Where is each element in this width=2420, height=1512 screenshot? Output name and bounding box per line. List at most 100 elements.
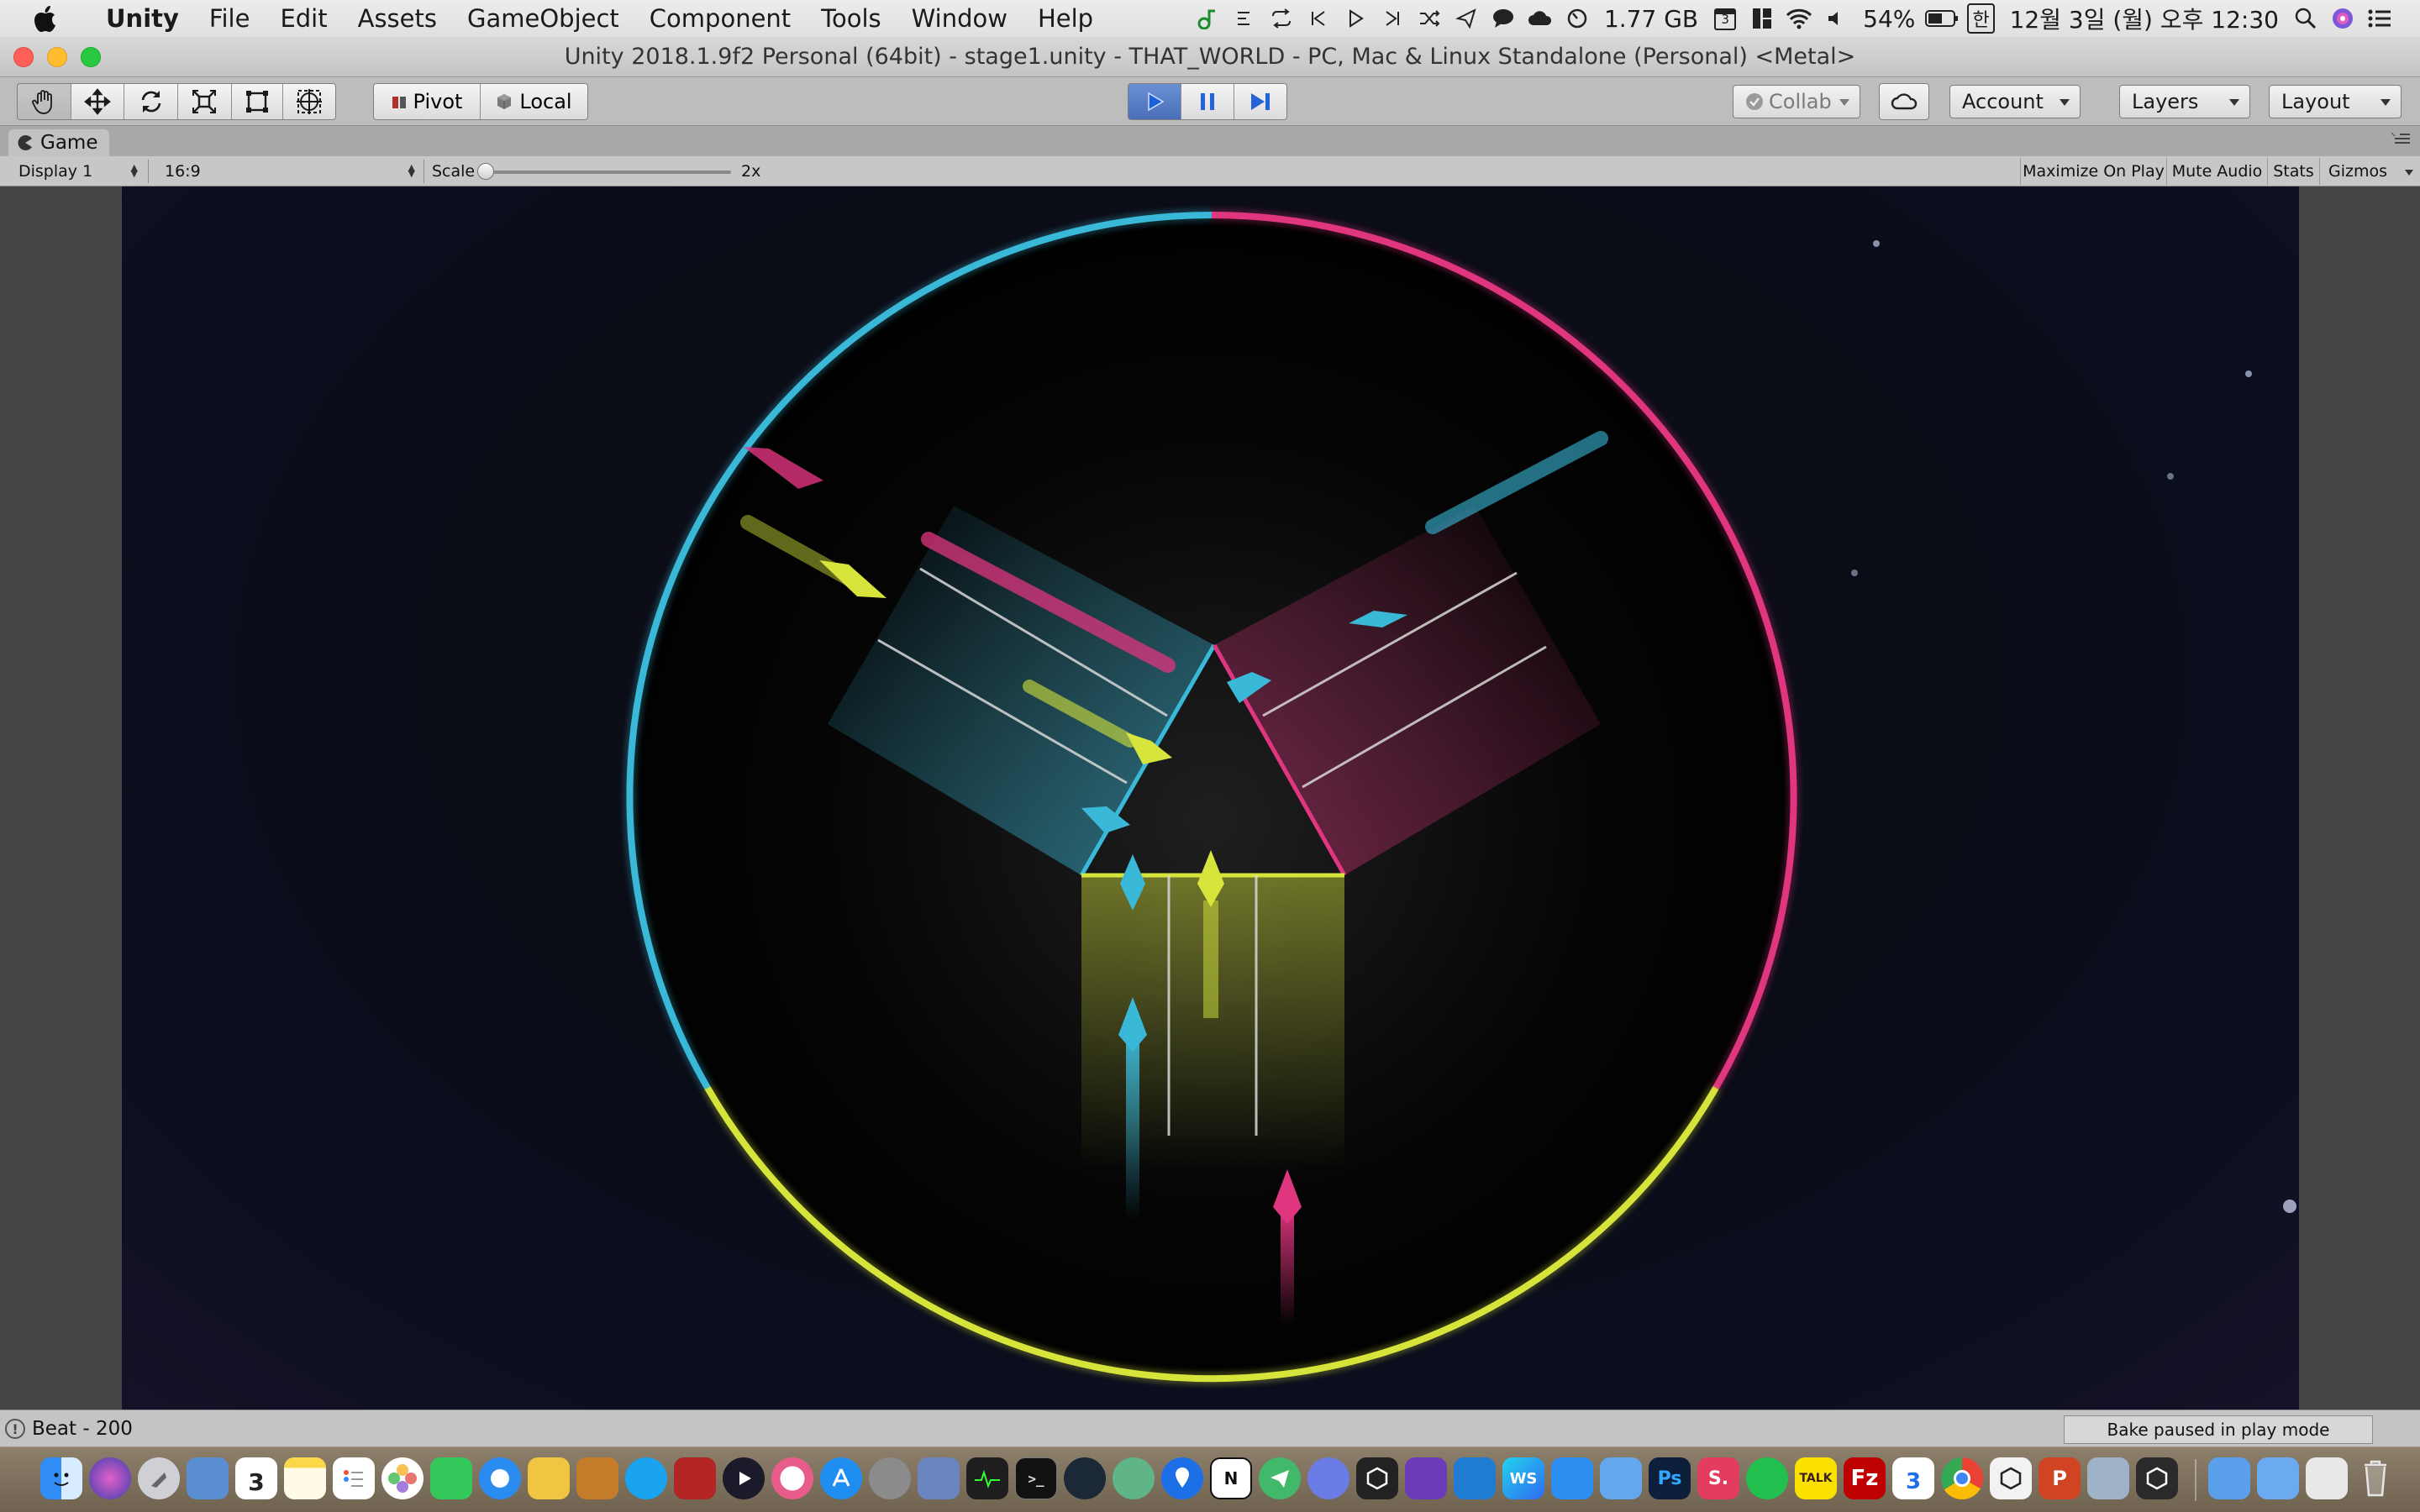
- chat-bubble-icon[interactable]: [1485, 0, 1522, 37]
- menu-file[interactable]: File: [194, 4, 266, 33]
- garageband-icon[interactable]: [576, 1457, 618, 1499]
- reminders-icon[interactable]: [333, 1457, 375, 1499]
- unity-editor-icon[interactable]: [2136, 1457, 2178, 1499]
- collab-dropdown[interactable]: Collab: [1733, 85, 1860, 118]
- notion-icon[interactable]: N: [1210, 1457, 1252, 1499]
- apple-menu-icon[interactable]: [34, 4, 67, 33]
- preview-icon[interactable]: [187, 1457, 229, 1499]
- system-preferences-icon[interactable]: [869, 1457, 911, 1499]
- facetime-icon[interactable]: [430, 1457, 472, 1499]
- next-track-icon[interactable]: [1374, 0, 1411, 37]
- scale-slider-thumb[interactable]: [477, 163, 494, 180]
- telegram-icon[interactable]: [1259, 1457, 1301, 1499]
- documents-folder-icon[interactable]: [2257, 1457, 2299, 1499]
- rotate-tool-icon[interactable]: [124, 84, 178, 119]
- volume-icon[interactable]: [1818, 0, 1854, 37]
- battery-percent[interactable]: 54%: [1854, 5, 1923, 33]
- vscode-icon[interactable]: [1454, 1457, 1496, 1499]
- menu-help[interactable]: Help: [1023, 4, 1108, 33]
- discord-icon[interactable]: [1307, 1457, 1349, 1499]
- console-last-message[interactable]: Beat - 200: [32, 1410, 133, 1447]
- visual-studio-icon[interactable]: [1405, 1457, 1447, 1499]
- filezilla-icon[interactable]: Fz: [1844, 1457, 1886, 1499]
- repeat-icon[interactable]: [1263, 0, 1300, 37]
- steam-icon[interactable]: [1064, 1457, 1106, 1499]
- tab-menu-icon[interactable]: [2390, 131, 2412, 148]
- folder-icon[interactable]: [1600, 1457, 1642, 1499]
- unity-icon[interactable]: [1990, 1457, 2032, 1499]
- calendar-icon[interactable]: 3: [1707, 0, 1744, 37]
- menu-window[interactable]: Window: [897, 4, 1023, 33]
- menu-component[interactable]: Component: [634, 4, 806, 33]
- scale-tool-icon[interactable]: [177, 84, 232, 119]
- music-controls-icon[interactable]: [1226, 0, 1263, 37]
- tab-game[interactable]: Game: [8, 129, 110, 156]
- menu-clock[interactable]: 12월 3일 (월) 오후 12:30: [2002, 2, 2287, 35]
- send-arrow-icon[interactable]: [1448, 0, 1485, 37]
- chrome-icon[interactable]: [1941, 1457, 1983, 1499]
- battery-icon[interactable]: [1923, 0, 1960, 37]
- menu-tools[interactable]: Tools: [806, 4, 896, 33]
- xcode-icon[interactable]: [1551, 1457, 1593, 1499]
- aspect-select[interactable]: 16:9 ▲ ▼: [151, 156, 422, 186]
- itunes-icon[interactable]: [771, 1457, 813, 1499]
- music-note-icon[interactable]: [1189, 0, 1226, 37]
- transform-tool-icon[interactable]: [283, 84, 335, 119]
- grid-layout-icon[interactable]: [1744, 0, 1781, 37]
- bake-status[interactable]: Bake paused in play mode: [2064, 1415, 2373, 1444]
- pause-button[interactable]: [1181, 84, 1234, 119]
- menu-assets[interactable]: Assets: [343, 4, 452, 33]
- activity-monitor-icon[interactable]: [966, 1457, 1008, 1499]
- powerpoint-icon[interactable]: P: [2039, 1457, 2081, 1499]
- applications-folder-icon[interactable]: [2208, 1457, 2250, 1499]
- app-store-icon[interactable]: [820, 1457, 862, 1499]
- local-toggle-button[interactable]: Local: [481, 84, 587, 119]
- photos-icon[interactable]: [381, 1457, 424, 1499]
- input-method-indicator[interactable]: 한: [1967, 3, 1995, 34]
- unity-hub-icon[interactable]: [1356, 1457, 1398, 1499]
- maximize-on-play-toggle[interactable]: Maximize On Play: [2020, 158, 2166, 185]
- finder-icon[interactable]: [40, 1457, 82, 1499]
- cloud-services-button[interactable]: [1879, 83, 1929, 120]
- launchpad-rocket-icon[interactable]: [138, 1457, 180, 1499]
- app-menu-unity[interactable]: Unity: [91, 4, 194, 33]
- account-dropdown[interactable]: Account: [1949, 85, 2081, 118]
- display-select[interactable]: Display 1 ▲ ▼: [0, 156, 145, 186]
- notification-center-icon[interactable]: [2361, 0, 2398, 37]
- gizmos-dropdown[interactable]: Gizmos: [2319, 158, 2420, 185]
- layout-dropdown[interactable]: Layout: [2269, 85, 2402, 118]
- safari-icon[interactable]: [479, 1457, 521, 1499]
- move-tool-icon[interactable]: [71, 84, 125, 119]
- previous-track-icon[interactable]: [1300, 0, 1337, 37]
- quicktime-icon[interactable]: [723, 1457, 765, 1499]
- calendar-app-icon[interactable]: 3: [235, 1457, 277, 1499]
- hand-tool-icon[interactable]: [18, 84, 71, 119]
- photo-booth-icon[interactable]: [674, 1457, 716, 1499]
- layers-dropdown[interactable]: Layers: [2119, 85, 2250, 118]
- siri-icon[interactable]: [89, 1457, 131, 1499]
- mute-audio-toggle[interactable]: Mute Audio: [2166, 158, 2267, 185]
- scale-slider-track[interactable]: [482, 171, 731, 174]
- stats-toggle[interactable]: Stats: [2267, 158, 2319, 185]
- cloud-icon[interactable]: [1522, 0, 1559, 37]
- screenshot-app-icon[interactable]: [2087, 1457, 2129, 1499]
- menu-edit[interactable]: Edit: [265, 4, 342, 33]
- rect-tool-icon[interactable]: [231, 84, 284, 119]
- atom-icon[interactable]: [1113, 1457, 1155, 1499]
- menu-gameobject[interactable]: GameObject: [452, 4, 634, 33]
- network-utility-icon[interactable]: [918, 1457, 960, 1499]
- simplenote-icon[interactable]: S.: [1697, 1457, 1739, 1499]
- webstorm-icon[interactable]: WS: [1502, 1457, 1544, 1499]
- photoshop-icon[interactable]: Ps: [1649, 1457, 1691, 1499]
- notes-icon[interactable]: [284, 1457, 326, 1499]
- kakaotalk-icon[interactable]: TALK: [1795, 1457, 1837, 1499]
- play-button[interactable]: [1128, 84, 1182, 119]
- script-editor-icon[interactable]: [528, 1457, 570, 1499]
- game-render-area[interactable]: [122, 186, 2299, 1410]
- siri-icon[interactable]: [2324, 0, 2361, 37]
- maps-pin-icon[interactable]: [1161, 1457, 1203, 1499]
- shuffle-icon[interactable]: [1411, 0, 1448, 37]
- pivot-toggle-button[interactable]: Pivot: [374, 84, 481, 119]
- downloads-stack-icon[interactable]: [2306, 1457, 2348, 1499]
- line-messenger-icon[interactable]: [1746, 1457, 1788, 1499]
